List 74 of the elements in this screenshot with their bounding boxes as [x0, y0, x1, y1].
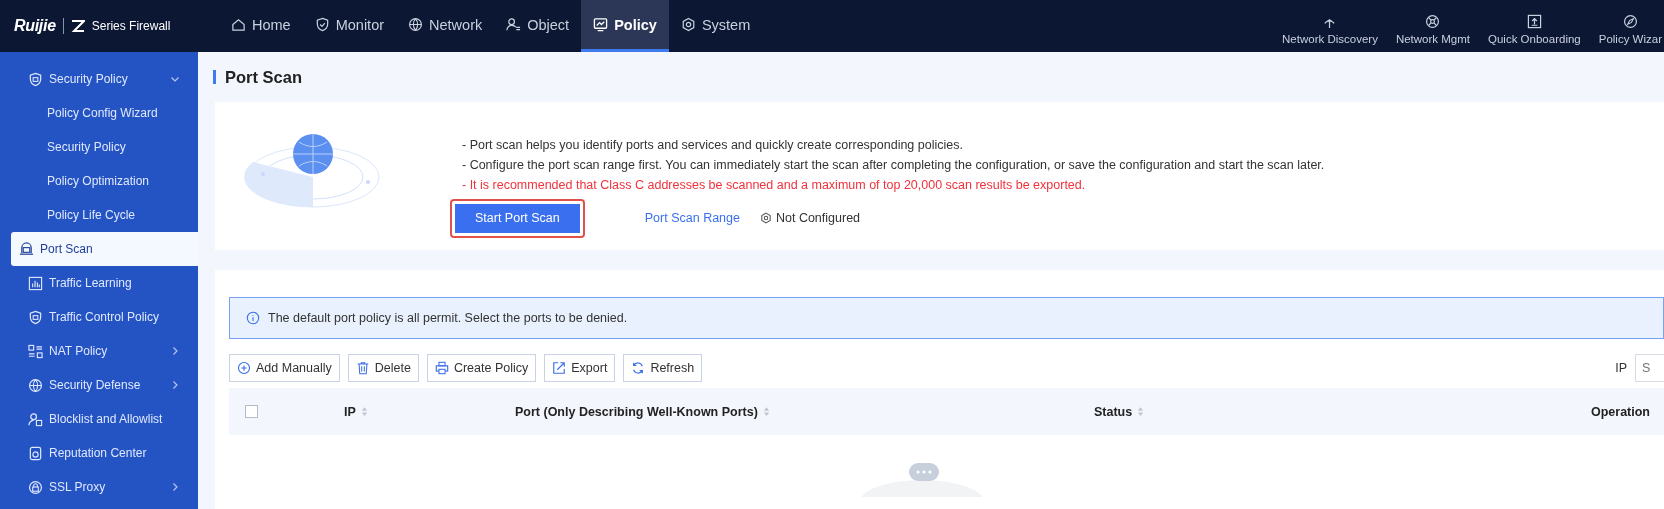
sidebar-item[interactable]: Traffic Control Policy	[10, 300, 198, 334]
sort-icon[interactable]	[762, 406, 770, 417]
column-header: Operation	[1590, 404, 1650, 419]
nav-tab[interactable]: Object	[494, 0, 582, 52]
user-icon	[506, 17, 522, 32]
toolbar-shortcut[interactable]: Policy Wizar	[1598, 7, 1662, 45]
toolbar-button[interactable]: Export	[544, 354, 616, 382]
description-text: - Configure the port scan range first. You can immediately start the scan after completing the configuration, or save the configuration and start the scan later.	[462, 156, 1325, 173]
sidebar-item[interactable]: Blocklist and Allowlist	[10, 402, 198, 436]
nav-tab[interactable]: Network	[396, 0, 495, 52]
shield-icon	[314, 17, 330, 32]
nav-tab[interactable]: System	[668, 0, 763, 52]
info-icon	[246, 311, 260, 325]
nav-tab[interactable]: Home	[219, 0, 303, 52]
sidebar-subitem[interactable]: Security Policy	[0, 130, 198, 164]
alert-text: The default port policy is all permit. Select the ports to be denied.	[268, 311, 628, 325]
sidebar-item[interactable]: NAT Policy	[10, 334, 198, 368]
sidebar-item[interactable]: Security Policy	[10, 62, 198, 96]
wheel-icon	[1425, 13, 1441, 29]
filter-label: IP	[1615, 361, 1627, 375]
sidebar-item[interactable]: SSL Proxy	[10, 470, 198, 504]
sort-icon[interactable]	[360, 406, 368, 417]
warning-text: - It is recommended that Class C addresses be scanned and a maximum of top 20,000 scan results be exported.	[462, 176, 1087, 193]
toolbar-button[interactable]: Create Policy	[426, 354, 537, 382]
trash-icon	[355, 361, 370, 375]
printer-icon	[434, 361, 449, 375]
compass-icon	[1622, 13, 1638, 29]
refresh-icon	[631, 361, 646, 375]
description-text: - Port scan helps you identify ports and services and quickly create corresponding policies.	[462, 136, 964, 153]
nav-tab[interactable]: Policy	[581, 0, 669, 52]
policy-icon	[593, 17, 609, 32]
sort-icon[interactable]	[1137, 406, 1145, 417]
toolbar-button[interactable]: Refresh	[623, 354, 703, 382]
shield-icon	[28, 71, 43, 87]
toolbar-button[interactable]: Add Manually	[229, 354, 340, 382]
toolbar-shortcut[interactable]: Quick Onboarding	[1488, 7, 1581, 45]
sidebar-item[interactable]: Reputation Center	[10, 436, 198, 470]
sidebar-subitem[interactable]: Policy Config Wizard	[0, 96, 198, 130]
shield-icon	[28, 309, 43, 325]
gear-icon	[680, 17, 696, 32]
start-scan-button[interactable]: Start Port Scan	[455, 203, 580, 233]
sidebar-subitem[interactable]: Policy Optimization	[0, 164, 198, 198]
toolbar-shortcut[interactable]: Network Mgmt	[1395, 7, 1471, 45]
column-header: IP	[344, 404, 356, 419]
scan-icon	[19, 241, 34, 257]
globe-icon	[408, 17, 424, 32]
select-all-checkbox[interactable]	[245, 405, 258, 418]
upload-icon	[1526, 13, 1542, 29]
plus-icon	[237, 361, 251, 375]
product-name: Series Firewall	[91, 19, 171, 33]
sidebar-item[interactable]: Security Defense	[10, 368, 198, 402]
nav-tab[interactable]: Monitor	[302, 0, 397, 52]
sidebar-item[interactable]: Traffic Learning	[10, 266, 198, 300]
search-field[interactable]: S	[1635, 354, 1664, 382]
page-title: Port Scan	[225, 67, 303, 87]
z-logo-icon	[70, 20, 85, 32]
badge-icon	[28, 445, 43, 461]
sidebar-item[interactable]: Port Scan	[11, 232, 198, 266]
gear-icon	[759, 212, 772, 224]
user-icon	[28, 411, 43, 427]
chart-icon	[28, 275, 43, 291]
range-status: Not Configured	[775, 211, 861, 225]
column-header: Port (Only Describing Well-Known Ports)	[515, 404, 758, 419]
lock-icon	[28, 479, 43, 495]
home-icon	[231, 17, 246, 32]
export-icon	[552, 361, 567, 375]
nat-icon	[28, 343, 43, 359]
toolbar-shortcut[interactable]: Network Discovery	[1282, 7, 1378, 45]
logo: Ruijie	[14, 17, 56, 35]
range-link[interactable]: Port Scan Range	[644, 211, 740, 225]
column-header: Status	[1094, 404, 1133, 419]
toolbar-button[interactable]: Delete	[347, 354, 419, 382]
globe-icon	[28, 377, 43, 393]
sidebar-subitem[interactable]: Policy Life Cycle	[0, 198, 198, 232]
